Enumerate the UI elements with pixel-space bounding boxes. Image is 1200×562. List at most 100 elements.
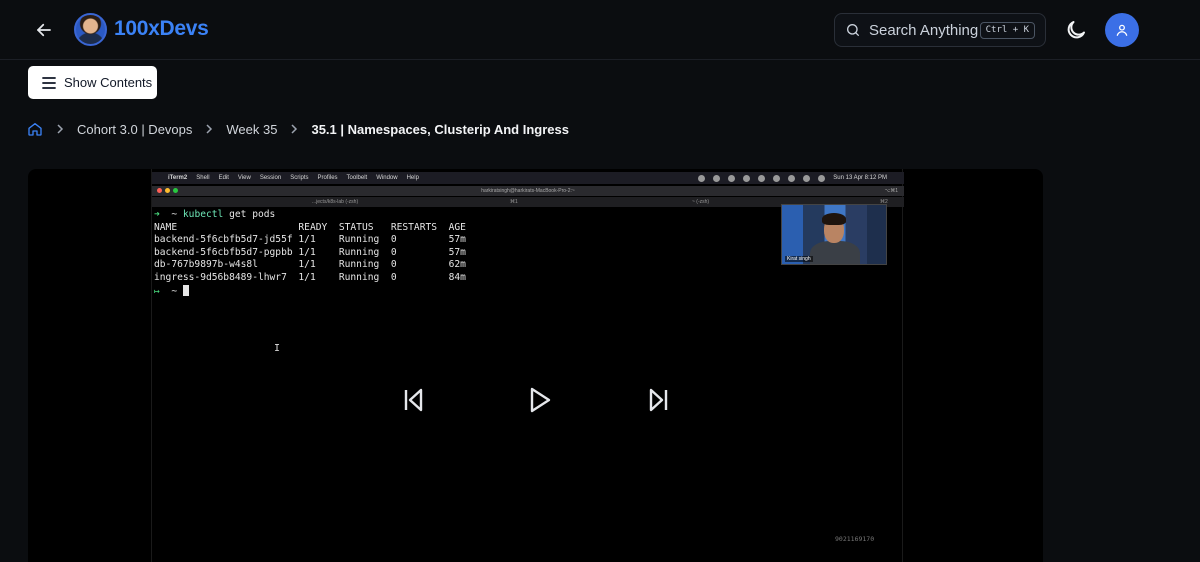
play-button[interactable]: [522, 383, 556, 417]
minimize-icon: [165, 188, 170, 193]
status-icon: [728, 174, 736, 182]
iterm-tab: ...jects/k8s-lab (-zsh): [312, 199, 359, 205]
search-icon: [818, 174, 826, 182]
iterm-tab-shortcut: ⌘1: [510, 199, 518, 205]
status-icon: [698, 174, 706, 182]
menubar-item: Scripts: [290, 175, 309, 181]
table-cell: Running: [338, 246, 391, 258]
table-header-cell: READY: [298, 221, 339, 233]
show-contents-label: Show Contents: [64, 75, 153, 90]
table-cell: backend-5f6cbfb5d7-jd55f: [154, 234, 299, 246]
table-cell: Running: [338, 259, 391, 271]
chevron-right-icon: [206, 124, 213, 134]
table-row: backend-5f6cbfb5d7-jd55f 1/1 Running 0 5…: [154, 234, 466, 245]
table-cell: 0: [390, 234, 449, 246]
search-shortcut-badge: Ctrl + K: [979, 22, 1035, 39]
wifi-icon: [803, 174, 811, 182]
search-icon: [847, 24, 859, 36]
menubar-item: Edit: [218, 175, 229, 181]
show-contents-button[interactable]: Show Contents: [28, 66, 157, 99]
table-cell: Running: [338, 234, 391, 246]
menubar-item: Shell: [196, 175, 210, 181]
presenter-body: [810, 241, 860, 264]
window-title-text: harkiratsingh@harkirats-MacBook-Pro-2:~: [481, 188, 575, 194]
home-icon[interactable]: [27, 121, 43, 137]
terminal-cursor: [182, 284, 189, 296]
table-cell: 1/1: [298, 234, 339, 246]
status-icon: [773, 174, 781, 182]
prompt-cwd: ~: [171, 209, 178, 220]
status-icon: [713, 174, 721, 182]
table-cell: 84m: [448, 271, 466, 283]
table-cell: 0: [390, 246, 449, 258]
menubar-app-name: iTerm2: [168, 175, 188, 181]
status-icon: [743, 174, 751, 182]
menubar-item: Help: [406, 175, 419, 181]
search-box[interactable]: Search Anything Ctrl + K: [834, 13, 1046, 47]
pods-table: NAME READY STATUS RESTARTS AGE backend-5…: [154, 222, 466, 283]
table-header: NAME READY STATUS RESTARTS AGE: [154, 222, 466, 233]
ibeam-cursor-icon: I: [274, 343, 281, 354]
table-cell: 0: [390, 271, 449, 283]
breadcrumb-cohort[interactable]: Cohort 3.0 | Devops: [77, 122, 192, 137]
table-cell: ingress-9d56b8489-lhwr7: [154, 271, 299, 283]
breadcrumb: Cohort 3.0 | Devops Week 35 35.1 | Names…: [27, 119, 569, 139]
breadcrumb-current-lesson: 35.1 | Namespaces, Clusterip And Ingress: [311, 121, 569, 137]
window-traffic-lights: [157, 188, 178, 193]
close-icon: [157, 188, 162, 193]
play-icon: [530, 387, 551, 413]
table-cell: 1/1: [298, 246, 339, 258]
table-row: db-767b9897b-w4s8l 1/1 Running 0 62m: [154, 259, 466, 270]
brand-logo-avatar[interactable]: [74, 13, 107, 46]
menubar-clock: Sun 13 Apr 8:12 PM: [833, 175, 887, 181]
arrow-left-icon: [37, 23, 51, 37]
webcam-name-label: Kirat singh: [785, 256, 813, 262]
previous-button[interactable]: [396, 383, 430, 417]
window-shortcut: ⌥⌘1: [884, 188, 898, 194]
theme-toggle-button[interactable]: [1064, 18, 1088, 42]
prompt-cwd: ~: [171, 285, 178, 297]
iterm-window-title: harkiratsingh@harkirats-MacBook-Pro-2:~ …: [152, 186, 904, 196]
status-icon: [788, 174, 796, 182]
iterm-tab: ~ (-zsh): [692, 199, 710, 205]
table-cell: db-767b9897b-w4s8l: [154, 259, 299, 271]
menubar-item: Toolbelt: [346, 175, 368, 181]
back-button[interactable]: [30, 16, 58, 44]
playback-controls: [152, 383, 904, 417]
table-cell: Running: [338, 271, 391, 283]
prompt-symbol: ➜: [154, 209, 160, 220]
prompt-symbol: ↦: [154, 285, 160, 297]
table-cell: 1/1: [298, 259, 339, 271]
table-header-cell: STATUS: [338, 221, 391, 233]
breadcrumb-week[interactable]: Week 35: [226, 122, 277, 137]
table-cell: 57m: [448, 246, 466, 258]
maximize-icon: [173, 188, 178, 193]
table-header-cell: AGE: [448, 221, 466, 233]
table-row: ingress-9d56b8489-lhwr7 1/1 Running 0 84…: [154, 272, 466, 283]
top-header: 100xDevs Search Anything Ctrl + K: [0, 0, 1200, 60]
table-cell: 1/1: [298, 271, 339, 283]
menubar-item: Session: [259, 175, 282, 181]
search-placeholder: Search Anything: [869, 21, 979, 39]
video-frame[interactable]: iTerm2 Shell Edit View Session Scripts P…: [151, 169, 904, 562]
terminal-output: ➜ ~ kubectl get pods NAME READY STATUS R…: [154, 209, 466, 298]
menubar-item: Window: [376, 175, 398, 181]
mac-menubar: iTerm2 Shell Edit View Session Scripts P…: [152, 172, 904, 184]
brand-name[interactable]: 100xDevs: [114, 17, 209, 41]
command-args: get pods: [229, 209, 276, 220]
status-icon: [758, 174, 766, 182]
skip-back-icon: [404, 388, 423, 412]
table-cell: 57m: [448, 234, 466, 246]
table-cell: 0: [390, 259, 449, 271]
moon-icon: [1067, 21, 1085, 39]
skip-forward-icon: [649, 388, 668, 412]
next-button[interactable]: [642, 383, 676, 417]
menubar-item: Profiles: [317, 175, 338, 181]
chevron-right-icon: [57, 124, 64, 134]
user-profile-button[interactable]: [1105, 13, 1139, 47]
menubar-item: View: [237, 175, 251, 181]
table-row: backend-5f6cbfb5d7-pgpbb 1/1 Running 0 5…: [154, 247, 466, 258]
command-bin: kubectl: [182, 209, 224, 220]
table-header-cell: NAME: [154, 221, 299, 233]
video-player[interactable]: iTerm2 Shell Edit View Session Scripts P…: [28, 169, 1043, 562]
